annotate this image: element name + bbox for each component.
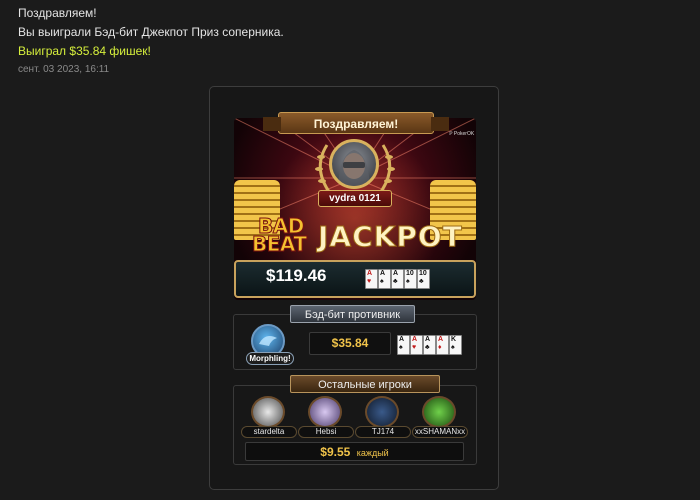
winner-avatar xyxy=(329,139,379,189)
message-title: Поздравляем! xyxy=(18,6,97,20)
card-rank: A xyxy=(425,336,431,343)
card-suit-icon: ♣ xyxy=(393,278,398,285)
card-rank: 10 xyxy=(419,270,427,277)
playing-card: K ♠ xyxy=(449,335,462,355)
card-suit-icon: ♠ xyxy=(399,344,403,351)
card-rank: A xyxy=(412,336,418,343)
bandit-avatar-icon xyxy=(338,150,370,186)
playing-card: A ♥ xyxy=(365,269,378,289)
player-card: TJ174 xyxy=(355,396,411,440)
clover-icon xyxy=(422,396,456,428)
panda-icon xyxy=(251,396,285,428)
opponent-name: Morphling! xyxy=(246,352,294,365)
opponent-hand: A ♠ A ♥ A ♣ A ♦ K ♠ xyxy=(397,335,462,355)
card-rank: 10 xyxy=(406,270,414,277)
playing-card: A ♠ xyxy=(378,269,391,289)
card-rank: A xyxy=(399,336,405,343)
playing-card: A ♦ xyxy=(436,335,449,355)
card-rank: K xyxy=(451,336,457,343)
player-card: xxSHAMANxx xyxy=(412,396,468,440)
card-suit-icon: ♦ xyxy=(438,344,442,351)
skull-3d-glasses-icon xyxy=(308,396,342,428)
playing-card: 10 ♣ xyxy=(417,269,430,289)
playing-card: A ♣ xyxy=(391,269,404,289)
player-card: Hebsi xyxy=(298,396,354,440)
card-rank: A xyxy=(380,270,386,277)
others-section-header: Остальные игроки xyxy=(290,375,440,393)
card-suit-icon: ♠ xyxy=(451,344,455,351)
card-rank: A xyxy=(438,336,444,343)
card-suit-icon: ♥ xyxy=(367,278,372,285)
winner-name: vydra 0121 xyxy=(318,190,392,207)
jackpot-logo-text: JACKPOT xyxy=(318,220,463,254)
bad-beat-logo: BAD BEAT xyxy=(251,214,314,257)
prize-amount: $119.46 xyxy=(266,266,327,285)
brand-logo: ℙ PokerOK xyxy=(449,131,475,137)
card-rank: A xyxy=(367,270,373,277)
each-label: каждый xyxy=(356,448,389,458)
winner-hand: A ♥ A ♠ A ♣ 10 ♠ 10 ♣ xyxy=(365,269,430,289)
message-winnings: Выиграл $35.84 фишек! xyxy=(18,44,151,58)
crossed-swords-icon xyxy=(365,396,399,428)
card-suit-icon: ♣ xyxy=(419,278,424,285)
player-name: TJ174 xyxy=(355,426,411,438)
playing-card: A ♥ xyxy=(410,335,423,355)
card-suit-icon: ♣ xyxy=(425,344,430,351)
each-amount: $9.55 xyxy=(320,445,351,459)
message-timestamp: сент. 03 2023, 16:11 xyxy=(18,64,110,75)
player-name: stardelta xyxy=(241,426,297,438)
card-suit-icon: ♥ xyxy=(412,344,417,351)
logo-beat-text: BEAT xyxy=(251,232,307,257)
player-name: Hebsi xyxy=(298,426,354,438)
per-player-payout: $9.55 каждый xyxy=(245,442,464,461)
playing-card: A ♣ xyxy=(423,335,436,355)
message-body: Вы выиграли Бэд-бит Джекпот Приз соперни… xyxy=(18,25,284,39)
player-card: stardelta xyxy=(241,396,297,440)
card-suit-icon: ♠ xyxy=(406,278,410,285)
opponent-section-header: Бэд-бит противник xyxy=(290,305,415,323)
playing-card: A ♠ xyxy=(397,335,410,355)
card-rank: A xyxy=(393,270,399,277)
opponent-amount: $35.84 xyxy=(309,332,391,355)
congrats-ribbon: Поздравляем! xyxy=(263,112,449,134)
card-suit-icon: ♠ xyxy=(380,278,384,285)
player-name: xxSHAMANxx xyxy=(412,426,468,438)
playing-card: 10 ♠ xyxy=(404,269,417,289)
